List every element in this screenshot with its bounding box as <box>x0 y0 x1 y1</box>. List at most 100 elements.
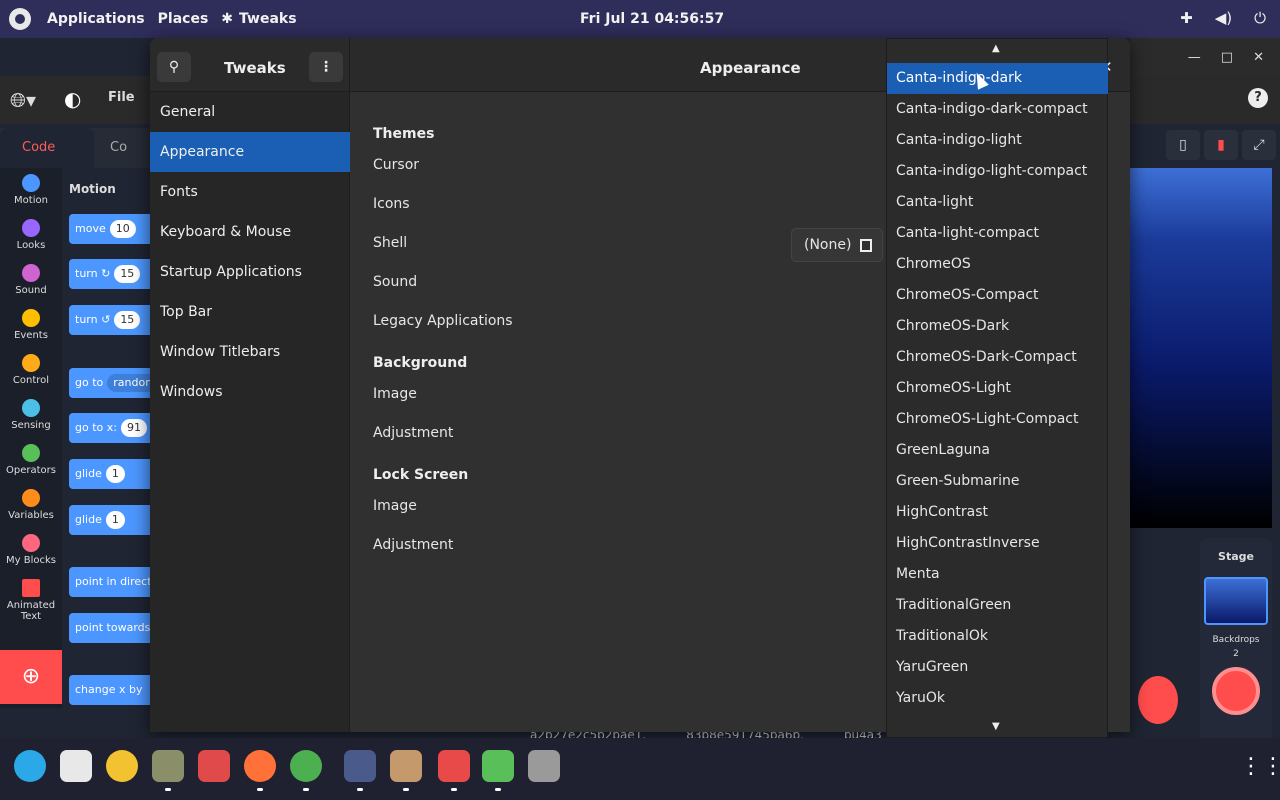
add-sprite-button[interactable] <box>1138 676 1178 724</box>
category-motion[interactable]: Motion <box>0 174 62 206</box>
theme-option[interactable]: ChromeOS-Dark <box>887 311 1108 342</box>
block-input[interactable]: 1 <box>105 511 125 529</box>
large-stage-icon[interactable]: ▮ <box>1204 130 1238 160</box>
block-input[interactable]: 10 <box>109 220 136 238</box>
block-go-to-xy[interactable]: go to x: 91 <box>69 413 150 443</box>
sidebar-item-window-titlebars[interactable]: Window Titlebars <box>150 332 350 372</box>
theme-option[interactable]: ChromeOS-Dark-Compact <box>887 342 1108 373</box>
theme-option[interactable]: ChromeOS <box>887 249 1108 280</box>
category-sound[interactable]: Sound <box>0 264 62 296</box>
category-control[interactable]: Control <box>0 354 62 386</box>
block-input[interactable]: 91 <box>120 419 147 437</box>
chrome-icon[interactable] <box>290 750 322 782</box>
close-icon[interactable]: ✕ <box>1253 50 1264 65</box>
theme-option[interactable]: Canta-indigo-dark-compact <box>887 94 1108 125</box>
theme-option[interactable]: Green-Submarine <box>887 466 1108 497</box>
search-icon[interactable]: ⚲ <box>157 52 191 82</box>
extensions-icon[interactable] <box>482 750 514 782</box>
typora-icon[interactable] <box>438 750 470 782</box>
scroll-down-arrow-icon[interactable]: ▼ <box>992 721 1000 732</box>
theme-option[interactable]: Menta <box>887 559 1108 590</box>
theme-option[interactable]: ChromeOS-Light-Compact <box>887 404 1108 435</box>
places-menu[interactable]: Places <box>158 11 209 27</box>
theme-option[interactable]: YaruGreen <box>887 652 1108 683</box>
block-point-towards[interactable]: point towards <box>69 613 150 643</box>
block-change-x[interactable]: change x by <box>69 675 150 705</box>
files-icon[interactable] <box>152 750 184 782</box>
stage-panel[interactable]: Stage Backdrops 2 <box>1200 538 1272 738</box>
stage-canvas[interactable] <box>1130 168 1272 528</box>
theme-option[interactable]: ChromeOS-Compact <box>887 280 1108 311</box>
theme-option[interactable]: Canta-indigo-light <box>887 125 1108 156</box>
block-input[interactable]: 15 <box>114 311 141 329</box>
show-apps-grid-icon[interactable]: ⋮⋮⋮ <box>1240 754 1280 779</box>
category-sensing[interactable]: Sensing <box>0 399 62 431</box>
firefox-icon[interactable] <box>244 750 276 782</box>
browser-globe-icon[interactable] <box>14 750 46 782</box>
category-my-blocks[interactable]: My Blocks <box>0 534 62 566</box>
theme-moon-icon[interactable]: ◐ <box>64 87 81 111</box>
volume-icon[interactable]: ◀) <box>1215 9 1232 27</box>
block-input[interactable]: random <box>107 374 150 392</box>
block-glide[interactable]: glide 1 <box>69 459 150 489</box>
block-point-direction[interactable]: point in direction <box>69 567 150 597</box>
sidebar-item-keyboard-mouse[interactable]: Keyboard & Mouse <box>150 212 350 252</box>
activities-icon[interactable] <box>9 8 31 30</box>
calendar-icon[interactable] <box>60 750 92 782</box>
app-menu-tweaks[interactable]: ✱ Tweaks <box>221 11 296 27</box>
kebab-menu-icon[interactable]: ⋮ <box>309 52 343 82</box>
language-globe-icon[interactable]: 🌐︎▾ <box>10 88 36 112</box>
category-events[interactable]: Events <box>0 309 62 341</box>
rhythmbox-icon[interactable] <box>106 750 138 782</box>
sidebar-item-fonts[interactable]: Fonts <box>150 172 350 212</box>
tab-code[interactable]: Code <box>0 128 94 168</box>
trash-icon[interactable] <box>528 750 560 782</box>
stage-thumbnail[interactable] <box>1204 577 1268 625</box>
software-store-icon[interactable] <box>198 750 230 782</box>
block-move[interactable]: move 10 <box>69 214 150 244</box>
theme-option[interactable]: HighContrast <box>887 497 1108 528</box>
applications-menu[interactable]: Applications <box>47 11 145 27</box>
minimize-icon[interactable]: — <box>1188 50 1201 65</box>
block-input[interactable]: 15 <box>114 265 141 283</box>
category-operators[interactable]: Operators <box>0 444 62 476</box>
tweaks-icon[interactable] <box>344 750 376 782</box>
maximize-icon[interactable]: □ <box>1221 50 1233 65</box>
block-go-to[interactable]: go torandom <box>69 368 150 398</box>
sidebar-item-appearance[interactable]: Appearance <box>150 132 350 172</box>
theme-option[interactable]: Canta-indigo-dark <box>887 63 1108 94</box>
theme-option[interactable]: YaruOk <box>887 683 1108 714</box>
category-looks[interactable]: Looks <box>0 219 62 251</box>
extensions-icon[interactable]: ✚ <box>1180 9 1193 27</box>
power-icon[interactable]: ⏻ <box>1254 9 1266 27</box>
scratch-icon[interactable] <box>390 750 422 782</box>
theme-option[interactable]: TraditionalGreen <box>887 590 1108 621</box>
file-menu[interactable]: File <box>108 90 135 105</box>
add-extension-button[interactable]: ⊕ <box>0 650 62 704</box>
clock[interactable]: Fri Jul 21 04:56:57 <box>580 11 724 27</box>
fullscreen-icon[interactable]: ⤢ <box>1242 130 1276 160</box>
category-animated-text[interactable]: Animated Text <box>0 579 62 622</box>
block-input[interactable]: 1 <box>105 465 125 483</box>
theme-option[interactable]: TraditionalOk <box>887 621 1108 652</box>
theme-option[interactable]: Canta-light <box>887 187 1108 218</box>
tab-costumes[interactable]: Co <box>110 128 127 168</box>
block-turn-right[interactable]: turn ↻ 15 <box>69 259 150 289</box>
theme-option[interactable]: HighContrastInverse <box>887 528 1108 559</box>
block-turn-left[interactable]: turn ↺ 15 <box>69 305 150 335</box>
shell-file-chooser-button[interactable]: (None) <box>791 228 883 262</box>
sidebar-item-startup-applications[interactable]: Startup Applications <box>150 252 350 292</box>
sidebar-item-general[interactable]: General <box>150 92 350 132</box>
small-stage-icon[interactable]: ▯ <box>1166 130 1200 160</box>
add-backdrop-button[interactable] <box>1212 667 1260 715</box>
category-variables[interactable]: Variables <box>0 489 62 521</box>
theme-option[interactable]: Canta-light-compact <box>887 218 1108 249</box>
theme-option[interactable]: Canta-indigo-light-compact <box>887 156 1108 187</box>
help-icon[interactable]: ? <box>1248 88 1268 108</box>
sidebar-item-windows[interactable]: Windows <box>150 372 350 412</box>
block-glide[interactable]: glide 1 <box>69 505 150 535</box>
theme-option[interactable]: ChromeOS-Light <box>887 373 1108 404</box>
sidebar-item-top-bar[interactable]: Top Bar <box>150 292 350 332</box>
theme-option[interactable]: GreenLaguna <box>887 435 1108 466</box>
scroll-up-arrow-icon[interactable]: ▲ <box>992 43 1000 54</box>
